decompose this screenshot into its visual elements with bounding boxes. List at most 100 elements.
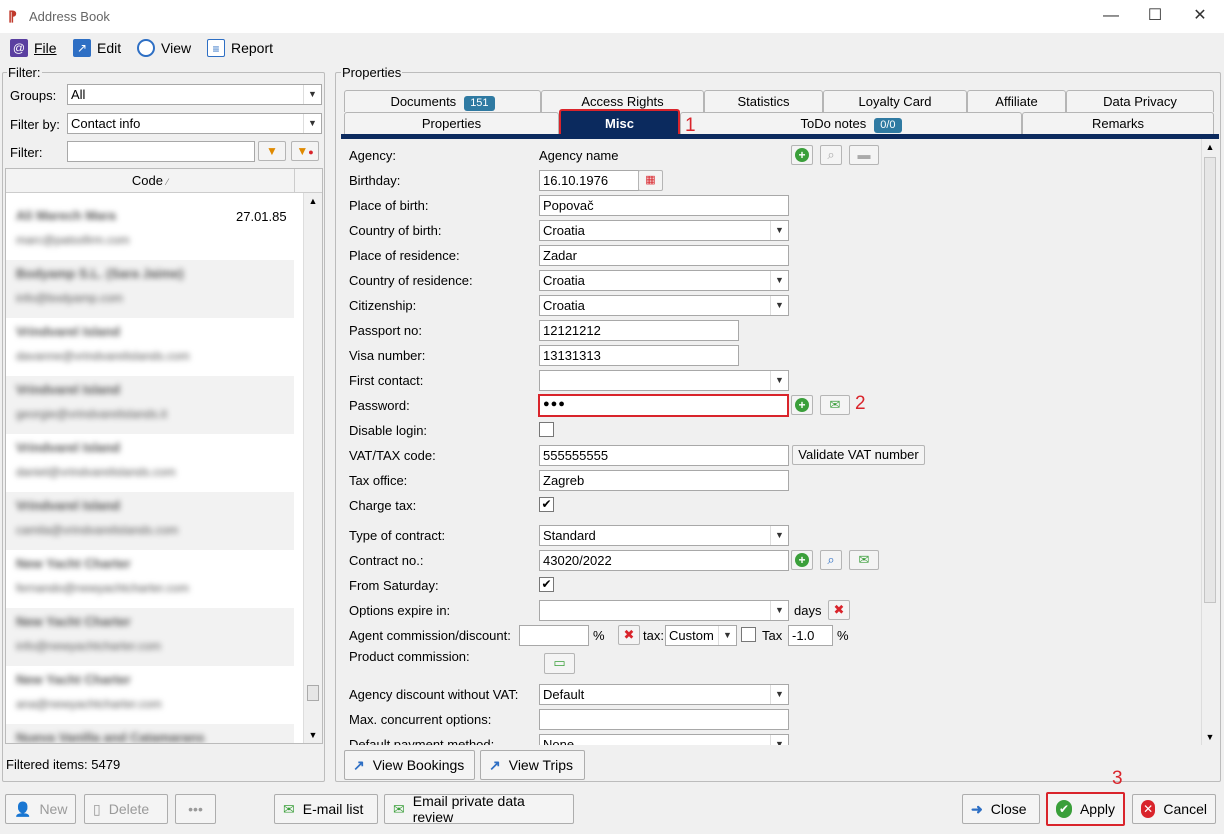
contract-type-select[interactable]: Standard ▼ [539,525,789,546]
funnel-icon[interactable]: ▼ [258,141,286,161]
groups-select[interactable]: All ▼ [67,84,322,105]
place-of-residence-input[interactable]: Zadar [539,245,789,266]
charge-tax-checkbox[interactable]: ✔ [539,497,554,512]
tab-loyalty-card[interactable]: Loyalty Card [823,90,967,112]
filter-by-select[interactable]: Contact info ▼ [67,113,322,134]
percent-sign: % [593,628,605,643]
list-scrollbar[interactable]: ▲ ▼ [303,193,322,743]
more-button[interactable]: ••• [175,794,216,824]
chevron-down-icon[interactable]: ▼ [770,221,788,240]
calendar-icon[interactable]: ▦ [638,170,663,191]
birthday-input[interactable]: 16.10.1976 [539,170,639,191]
tab-affiliate[interactable]: Affiliate [967,90,1066,112]
scrollbar-thumb[interactable] [307,685,319,701]
chevron-down-icon[interactable]: ▼ [303,85,321,104]
search-agency-button[interactable]: ⌕ [820,145,842,165]
scroll-down-icon[interactable]: ▼ [1202,732,1218,742]
delete-button[interactable]: ▯ Delete [84,794,168,824]
minimize-icon[interactable]: — [1101,6,1121,26]
clear-filter-icon[interactable]: ▼● [291,141,319,161]
view-trips-button[interactable]: ↗ View Trips [480,750,585,780]
passport-input[interactable]: 12121212 [539,320,739,341]
tab-data-privacy[interactable]: Data Privacy [1066,90,1214,112]
agency-discount-select[interactable]: Default ▼ [539,684,789,705]
view-bookings-button[interactable]: ↗ View Bookings [344,750,475,780]
maximize-icon[interactable]: ☐ [1145,6,1165,26]
country-of-residence-select[interactable]: Croatia ▼ [539,270,789,291]
filter-input[interactable] [67,141,255,162]
list-item[interactable]: Vrindvarel Island georgie@vrindvarelisla… [6,376,294,434]
citizenship-label: Citizenship: [349,298,417,313]
code-header-label: Code [131,173,163,188]
tab-documents[interactable]: Documents 151 [344,90,541,112]
add-contract-button[interactable]: + [791,550,813,570]
menu-report[interactable]: ≡ Report [207,37,273,59]
list-item[interactable]: Vrindvarel Island camila@vrindvarelislan… [6,492,294,550]
new-button[interactable]: 👤 New [5,794,76,824]
chevron-down-icon[interactable]: ▼ [770,685,788,704]
menu-edit[interactable]: ↗ Edit [73,37,121,59]
scrollbar-thumb[interactable] [1204,157,1216,603]
visa-input[interactable]: 13131313 [539,345,739,366]
chevron-down-icon[interactable]: ▼ [770,735,788,745]
clear-commission-icon[interactable]: ✖ [618,625,640,645]
chevron-down-icon[interactable]: ▼ [770,296,788,315]
add-product-commission-button[interactable]: ▭ [544,653,575,674]
mail-contract-button[interactable]: ✉ [849,550,879,570]
code-column-header[interactable]: Code ⁄ [6,169,294,193]
list-item[interactable]: Vrindvarel Island daniel@vrindvarelislan… [6,434,294,492]
chevron-down-icon[interactable]: ▼ [770,371,788,390]
tax-rate-input[interactable]: -1.0 [788,625,833,646]
first-contact-select[interactable]: ▼ [539,370,789,391]
country-of-birth-select[interactable]: Croatia ▼ [539,220,789,241]
cancel-button[interactable]: ✕ Cancel [1132,794,1216,824]
scroll-up-icon[interactable]: ▲ [1202,142,1218,152]
list-item[interactable]: Bodyamp S.L. (Sara Jaime) info@bodyamp.c… [6,260,294,318]
scroll-down-icon[interactable]: ▼ [304,730,322,740]
menu-file[interactable]: @ File [10,37,57,59]
clear-expire-icon[interactable]: ✖ [828,600,850,620]
citizenship-select[interactable]: Croatia ▼ [539,295,789,316]
max-options-input[interactable] [539,709,789,730]
tax-checkbox[interactable] [741,627,756,642]
tab-todo-notes[interactable]: ToDo notes 0/0 [680,112,1022,134]
place-of-birth-input[interactable]: Popovač [539,195,789,216]
email-list-button[interactable]: ✉ E-mail list [274,794,378,824]
password-input[interactable]: ●●● [538,394,789,417]
properties-scrollbar[interactable]: ▲ ▼ [1201,139,1218,745]
tax-office-input[interactable]: Zagreb [539,470,789,491]
list-item[interactable]: New Yacht Charter info@newyachtcharter.c… [6,608,294,666]
tax-select[interactable]: Custom ▼ [665,625,737,646]
scroll-up-icon[interactable]: ▲ [304,196,322,206]
list-item[interactable]: New Yacht Charter ana@newyachtcharter.co… [6,666,294,724]
agent-commission-input[interactable] [519,625,589,646]
clear-agency-button[interactable]: ▬ [849,145,879,165]
close-window-icon[interactable]: ✕ [1190,6,1210,26]
tab-properties[interactable]: Properties [344,112,559,134]
apply-button[interactable]: ✔ Apply [1046,792,1125,826]
tab-remarks[interactable]: Remarks [1022,112,1214,134]
from-saturday-checkbox[interactable]: ✔ [539,577,554,592]
validate-vat-button[interactable]: Validate VAT number [792,445,925,465]
chevron-down-icon[interactable]: ▼ [303,114,321,133]
list-item[interactable]: New Yacht Charter fernando@newyachtchart… [6,550,294,608]
list-item[interactable]: Vrindvarel Island davanne@vrindvarelisla… [6,318,294,376]
chevron-down-icon[interactable]: ▼ [770,271,788,290]
chevron-down-icon[interactable]: ▼ [770,601,788,620]
generate-password-button[interactable]: + [791,395,813,415]
tab-statistics[interactable]: Statistics [704,90,823,112]
vat-input[interactable]: 555555555 [539,445,789,466]
chevron-down-icon[interactable]: ▼ [718,626,736,645]
chevron-down-icon[interactable]: ▼ [770,526,788,545]
send-password-button[interactable]: ✉ [820,395,850,415]
add-agency-button[interactable]: + [791,145,813,165]
email-private-data-button[interactable]: ✉ Email private data review [384,793,574,825]
contract-no-input[interactable]: 43020/2022 [539,550,789,571]
search-contract-button[interactable]: ⌕ [820,550,842,570]
menu-view[interactable]: View [137,37,191,59]
list-item[interactable]: Nueva Vanilla and Catamarans [6,724,294,743]
close-button[interactable]: ➜ Close [962,794,1040,824]
options-expire-select[interactable]: ▼ [539,600,789,621]
disable-login-checkbox[interactable] [539,422,554,437]
default-payment-select[interactable]: None ▼ [539,734,789,745]
